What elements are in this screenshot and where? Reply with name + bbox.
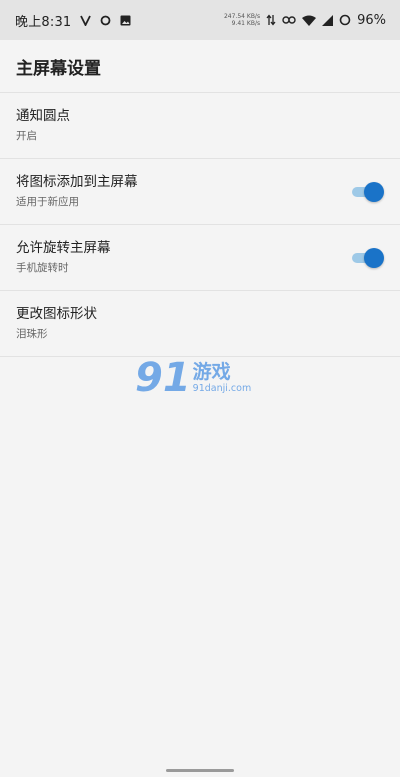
setting-title: 将图标添加到主屏幕 bbox=[16, 174, 138, 190]
image-notification-icon bbox=[120, 15, 131, 26]
app-bar: 主屏幕设置 bbox=[0, 40, 400, 93]
link-icon bbox=[282, 15, 296, 25]
status-time: 晚上8:31 bbox=[15, 14, 72, 30]
net-speed-down: 9.41 KB/s bbox=[231, 20, 261, 27]
v-notification-icon bbox=[80, 15, 92, 26]
rotation-toggle[interactable] bbox=[352, 247, 384, 268]
data-transfer-icon bbox=[266, 14, 276, 26]
setting-title: 通知圆点 bbox=[16, 108, 70, 124]
signal-icon bbox=[322, 14, 334, 26]
gesture-nav-handle[interactable] bbox=[166, 769, 234, 772]
watermark-number: 91 bbox=[135, 355, 191, 401]
setting-notification-dots[interactable]: 通知圆点 开启 bbox=[0, 93, 400, 159]
wifi-icon bbox=[302, 15, 317, 26]
page-title: 主屏幕设置 bbox=[16, 58, 101, 79]
setting-summary: 适用于新应用 bbox=[16, 196, 79, 208]
battery-icon bbox=[339, 14, 351, 26]
settings-list: 通知圆点 开启 将图标添加到主屏幕 适用于新应用 允许旋转主屏幕 手机旋转时 更… bbox=[0, 93, 400, 357]
battery-level: 96% bbox=[357, 12, 386, 28]
watermark-url: 91danji.com bbox=[192, 383, 252, 394]
setting-summary: 手机旋转时 bbox=[16, 262, 69, 274]
setting-summary: 开启 bbox=[16, 130, 37, 142]
setting-allow-rotation[interactable]: 允许旋转主屏幕 手机旋转时 bbox=[0, 225, 400, 291]
toggle-thumb bbox=[364, 247, 384, 268]
toggle-thumb bbox=[364, 181, 384, 202]
setting-icon-shape[interactable]: 更改图标形状 泪珠形 bbox=[0, 291, 400, 357]
circle-notification-icon bbox=[100, 15, 111, 26]
screen: 晚上8:31 247.54 KB/s 9.41 KB/s 96% 主屏幕设置 通… bbox=[0, 0, 400, 777]
status-bar: 晚上8:31 247.54 KB/s 9.41 KB/s 96% bbox=[0, 0, 400, 40]
setting-summary: 泪珠形 bbox=[16, 328, 48, 340]
setting-add-icon-to-home[interactable]: 将图标添加到主屏幕 适用于新应用 bbox=[0, 159, 400, 225]
setting-title: 允许旋转主屏幕 bbox=[16, 240, 111, 256]
add-icon-toggle[interactable] bbox=[352, 181, 384, 202]
network-speed: 247.54 KB/s 9.41 KB/s bbox=[224, 13, 260, 27]
net-speed-up: 247.54 KB/s bbox=[223, 13, 261, 20]
setting-title: 更改图标形状 bbox=[16, 306, 97, 322]
watermark-text: 游戏 bbox=[192, 361, 231, 383]
watermark-logo: 91 游戏 91danji.com bbox=[135, 358, 251, 398]
